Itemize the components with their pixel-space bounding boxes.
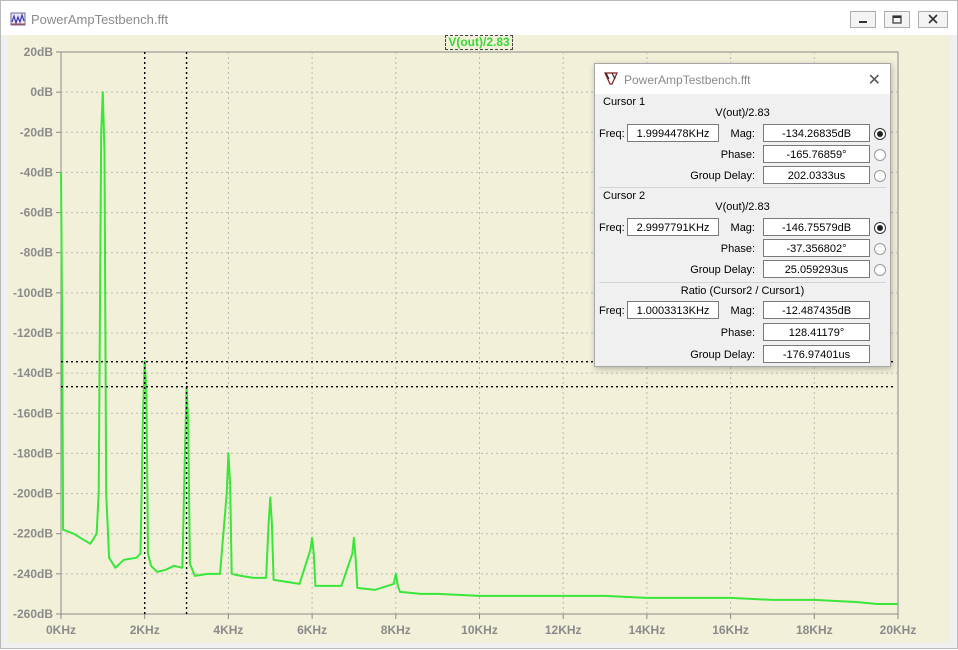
y-tick-label: -260dB — [13, 607, 53, 621]
ratio-freq-field[interactable]: 1.0003313KHz — [627, 301, 719, 319]
trace-label[interactable]: V(out)/2.83 — [445, 35, 513, 50]
y-tick-label: -140dB — [13, 366, 53, 380]
x-tick-label: 8KHz — [381, 623, 411, 637]
y-tick-label: -220dB — [13, 527, 53, 541]
x-tick-label: 14KHz — [629, 623, 666, 637]
ratio-mag-label: Mag: — [730, 305, 755, 317]
ratio-mag-field[interactable]: -12.487435dB — [763, 301, 870, 319]
x-tick-label: 6KHz — [297, 623, 327, 637]
cursor1-mag-label: Mag: — [730, 128, 755, 140]
cursor-dialog: PowerAmpTestbench.fft ✕ Cursor 1 V(out)/… — [594, 63, 891, 367]
cursor2-freq-field[interactable]: 2.9997791KHz — [627, 218, 719, 236]
ltspice-icon — [604, 72, 618, 85]
cursor1-gd-field[interactable]: 202.0333us — [763, 166, 870, 184]
x-tick-label: 4KHz — [213, 623, 243, 637]
y-tick-label: -60dB — [20, 206, 54, 220]
cursor2-gd-label: Group Delay: — [690, 264, 755, 276]
y-tick-label: -180dB — [13, 446, 53, 460]
x-tick-label: 2KHz — [130, 623, 160, 637]
cursor2-gd-field[interactable]: 25.059293us — [763, 260, 870, 278]
cursor2-gd-radio[interactable] — [874, 264, 886, 276]
cursor1-phase-radio[interactable] — [874, 149, 886, 161]
fft-window: PowerAmpTestbench.fft 20dB 0dB -20dB -40dB -… — [0, 0, 958, 649]
cursor2-trace: V(out)/2.83 — [715, 201, 770, 213]
y-tick-label: -40dB — [20, 165, 54, 179]
cursor2-phase-label: Phase: — [720, 243, 755, 255]
cursor1-mag-field[interactable]: -134.26835dB — [763, 124, 870, 142]
x-tick-label: 20KHz — [880, 623, 917, 637]
x-tick-label: 16KHz — [712, 623, 749, 637]
cursor2-mag-label: Mag: — [730, 222, 755, 234]
cursor2-mag-field[interactable]: -146.75579dB — [763, 218, 870, 236]
cursor1-gd-radio[interactable] — [874, 170, 886, 182]
cursor2-mag-radio[interactable] — [874, 222, 886, 234]
ratio-heading: Ratio (Cursor2 / Cursor1) — [680, 285, 805, 297]
y-tick-label: -160dB — [13, 406, 53, 420]
divider — [599, 187, 886, 188]
x-tick-label: 18KHz — [796, 623, 833, 637]
cursor1-freq-label: Freq: — [599, 128, 625, 140]
y-tick-label: -200dB — [13, 487, 53, 501]
cursor1-phase-label: Phase: — [720, 149, 755, 161]
cursor1-trace: V(out)/2.83 — [715, 107, 770, 119]
cursor2-phase-field[interactable]: -37.356802° — [763, 239, 870, 257]
cursor1-gd-label: Group Delay: — [690, 170, 755, 182]
ratio-gd-label: Group Delay: — [690, 349, 755, 361]
cursor2-phase-radio[interactable] — [874, 243, 886, 255]
ratio-phase-label: Phase: — [720, 327, 755, 339]
y-tick-label: -120dB — [13, 326, 53, 340]
dialog-title: PowerAmpTestbench.fft — [624, 73, 751, 87]
ratio-freq-label: Freq: — [599, 305, 625, 317]
y-tick-label: 0dB — [30, 85, 53, 99]
ratio-phase-field[interactable]: 128.41179° — [763, 323, 870, 341]
dialog-close-icon[interactable]: ✕ — [868, 70, 881, 90]
cursor1-mag-radio[interactable] — [874, 128, 886, 140]
ratio-gd-field[interactable]: -176.97401us — [763, 345, 870, 363]
y-tick-label: -80dB — [20, 246, 54, 260]
x-tick-label: 12KHz — [545, 623, 582, 637]
y-tick-label: -20dB — [20, 125, 54, 139]
y-tick-label: -100dB — [13, 286, 53, 300]
dialog-title-bar[interactable]: PowerAmpTestbench.fft ✕ — [595, 64, 890, 94]
x-tick-label: 0KHz — [46, 623, 76, 637]
cursor2-freq-label: Freq: — [599, 222, 625, 234]
cursor1-phase-field[interactable]: -165.76859° — [763, 145, 870, 163]
y-tick-label: -240dB — [13, 567, 53, 581]
y-tick-label: 20dB — [24, 45, 54, 59]
divider — [599, 282, 886, 283]
x-tick-label: 10KHz — [461, 623, 498, 637]
cursor1-freq-field[interactable]: 1.9994478KHz — [627, 124, 719, 142]
